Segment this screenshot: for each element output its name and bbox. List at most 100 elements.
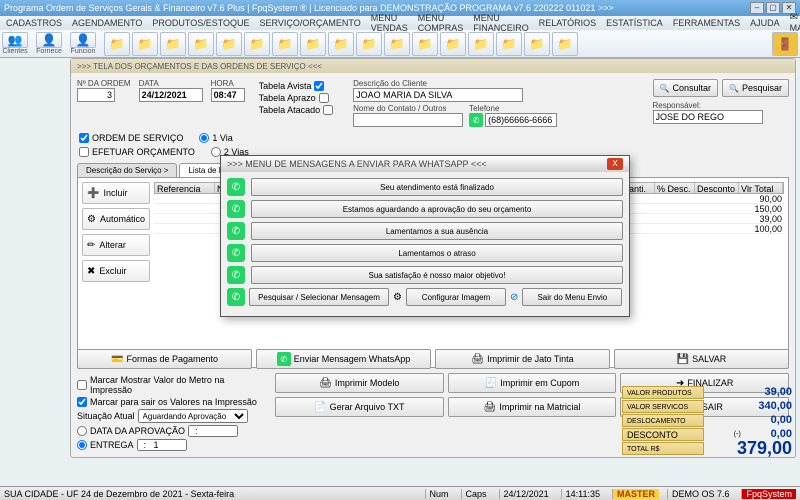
imprimir-matricial-button[interactable]: 🖨Imprimir na Matricial [448, 397, 617, 417]
imprimir-modelo-button[interactable]: 🖨Imprimir Modelo [275, 373, 444, 393]
menu-relatorios[interactable]: RELATÓRIOS [539, 18, 596, 28]
menu-ferramentas[interactable]: FERRAMENTAS [673, 18, 740, 28]
hora-input[interactable] [211, 88, 245, 102]
responsavel-label: Responsável: [653, 101, 790, 110]
ordem-label: Nº DA ORDEM [77, 79, 131, 88]
tool-generic[interactable]: 📁 [496, 32, 522, 56]
tool-generic[interactable]: 📁 [328, 32, 354, 56]
tool-generic[interactable]: 📁 [132, 32, 158, 56]
total-desloc-value: 0,00 [771, 414, 792, 426]
tool-funcion[interactable]: 👤Funcion [70, 32, 96, 55]
tool-generic[interactable]: 📁 [300, 32, 326, 56]
tabela-avista-label: Tabela Avista [259, 81, 312, 91]
orcamento-check[interactable] [79, 147, 89, 157]
data-input[interactable] [139, 88, 203, 102]
total-desloc-label: DESLOCAMENTO [622, 414, 704, 427]
configurar-imagem-button[interactable]: Configurar Imagem [406, 288, 506, 306]
msg-option-3[interactable]: Lamentamos a sua ausência [251, 222, 623, 240]
menu-compras[interactable]: MENU COMPRAS [418, 13, 464, 33]
tabela-avista-check[interactable] [314, 81, 324, 91]
email-icon[interactable]: ✉ E-MAIL [790, 12, 800, 34]
tool-generic[interactable]: 📁 [272, 32, 298, 56]
menubar: CADASTROS AGENDAMENTO PRODUTOS/ESTOQUE S… [0, 16, 800, 30]
automatico-button[interactable]: ⚙Automático [82, 208, 150, 230]
alterar-button[interactable]: ✏Alterar [82, 234, 150, 256]
ordem-servico-check[interactable] [79, 133, 89, 143]
whatsapp-icon: ✆ [227, 200, 245, 218]
whatsapp-icon: ✆ [277, 352, 291, 366]
status-master: MASTER [612, 489, 659, 499]
pesquisar-button[interactable]: 🔍 Pesquisar [722, 79, 789, 97]
menu-cadastros[interactable]: CADASTROS [6, 18, 62, 28]
tool-generic[interactable]: 📁 [244, 32, 270, 56]
tabela-aprazo-check[interactable] [319, 93, 329, 103]
status-demo: DEMO OS 7.6 [667, 489, 734, 499]
aprovacao-label: DATA DA APROVAÇÃO [90, 426, 185, 436]
tool-generic[interactable]: 📁 [104, 32, 130, 56]
tool-generic[interactable]: 📁 [468, 32, 494, 56]
modal-close-button[interactable]: X [607, 158, 623, 170]
tool-fornece[interactable]: 👤Fornece [36, 32, 62, 55]
formas-pagamento-button[interactable]: 💳Formas de Pagamento [77, 349, 252, 369]
tool-generic[interactable]: 📁 [412, 32, 438, 56]
cliente-input[interactable] [353, 88, 523, 102]
tool-clientes[interactable]: 👥Clientes [2, 32, 28, 55]
total-final-value: 379,00 [737, 438, 792, 459]
imprimir-cupom-button[interactable]: 🧾Imprimir em Cupom [448, 373, 617, 393]
tool-generic[interactable]: 📁 [384, 32, 410, 56]
total-produtos-value: 39,00 [764, 386, 792, 398]
tool-generic[interactable]: 📁 [216, 32, 242, 56]
sair-menu-button[interactable]: Sair do Menu Envio [522, 288, 622, 306]
tool-generic[interactable]: 📁 [188, 32, 214, 56]
tool-generic[interactable]: 📁 [160, 32, 186, 56]
menu-estatistica[interactable]: ESTATÍSTICA [606, 18, 663, 28]
ordem-input[interactable] [77, 88, 115, 102]
pesquisar-msg-button[interactable]: Pesquisar / Selecionar Mensagem [249, 288, 389, 306]
menu-vendas[interactable]: MENU VENDAS [371, 13, 408, 33]
tool-generic[interactable]: 📁 [552, 32, 578, 56]
imprimir-jato-button[interactable]: 🖨Imprimir de Jato Tinta [435, 349, 610, 369]
telefone-input[interactable] [485, 113, 557, 127]
aprovacao-input[interactable] [188, 425, 238, 437]
menu-financeiro[interactable]: MENU FINANCEIRO [473, 13, 529, 33]
entrega-radio[interactable] [77, 440, 87, 450]
contato-input[interactable] [353, 113, 463, 127]
menu-produtos[interactable]: PRODUTOS/ESTOQUE [152, 18, 249, 28]
exit-icon: ⊘ [510, 292, 518, 303]
hora-label: HORA [211, 79, 245, 88]
enviar-whatsapp-button[interactable]: ✆Enviar Mensagem WhatsApp [256, 349, 431, 369]
minimize-button[interactable]: – [750, 2, 764, 14]
incluir-button[interactable]: ➕Incluir [82, 182, 150, 204]
situacao-label: Situação Atual [77, 411, 135, 421]
responsavel-input[interactable] [653, 110, 763, 124]
situacao-select[interactable]: Aguardando Aprovação [138, 409, 248, 423]
maximize-button[interactable]: ▢ [766, 2, 780, 14]
menu-agendamento[interactable]: AGENDAMENTO [72, 18, 142, 28]
excluir-button[interactable]: ✖Excluir [82, 260, 150, 282]
tool-generic[interactable]: 📁 [356, 32, 382, 56]
salvar-button[interactable]: 💾SALVAR [614, 349, 789, 369]
orcamento-label: EFETUAR ORÇAMENTO [92, 147, 195, 157]
tabela-atacado-check[interactable] [323, 105, 333, 115]
tool-exit[interactable]: 🚪 [772, 32, 798, 56]
tab-descricao[interactable]: Descrição do Serviço > [77, 163, 177, 177]
tool-generic[interactable]: 📁 [440, 32, 466, 56]
menu-ajuda[interactable]: AJUDA [750, 18, 780, 28]
msg-option-5[interactable]: Sua satisfação é nosso maior objetivo! [251, 266, 623, 284]
total-servicos-value: 340,00 [758, 400, 792, 412]
msg-option-2[interactable]: Estamos aguardando a aprovação do seu or… [251, 200, 623, 218]
aprovacao-radio[interactable] [77, 426, 87, 436]
gerar-txt-button[interactable]: 📄Gerar Arquivo TXT [275, 397, 444, 417]
tool-generic[interactable]: 📁 [524, 32, 550, 56]
via1-radio[interactable] [199, 133, 209, 143]
sair-valores-check[interactable] [77, 397, 87, 407]
status-system: FpqSystem [741, 489, 796, 499]
menu-servico[interactable]: SERVIÇO/ORÇAMENTO [260, 18, 361, 28]
whatsapp-icon[interactable]: ✆ [469, 113, 483, 127]
msg-option-1[interactable]: Seu atendimento está finalizado [251, 178, 623, 196]
entrega-input[interactable] [137, 439, 187, 451]
panel-title: >>> TELA DOS ORÇAMENTOS E DAS ORDENS DE … [71, 59, 795, 73]
consultar-button[interactable]: 🔍 Consultar [653, 79, 719, 97]
mostrar-metro-check[interactable] [77, 380, 87, 390]
msg-option-4[interactable]: Lamentamos o atraso [251, 244, 623, 262]
